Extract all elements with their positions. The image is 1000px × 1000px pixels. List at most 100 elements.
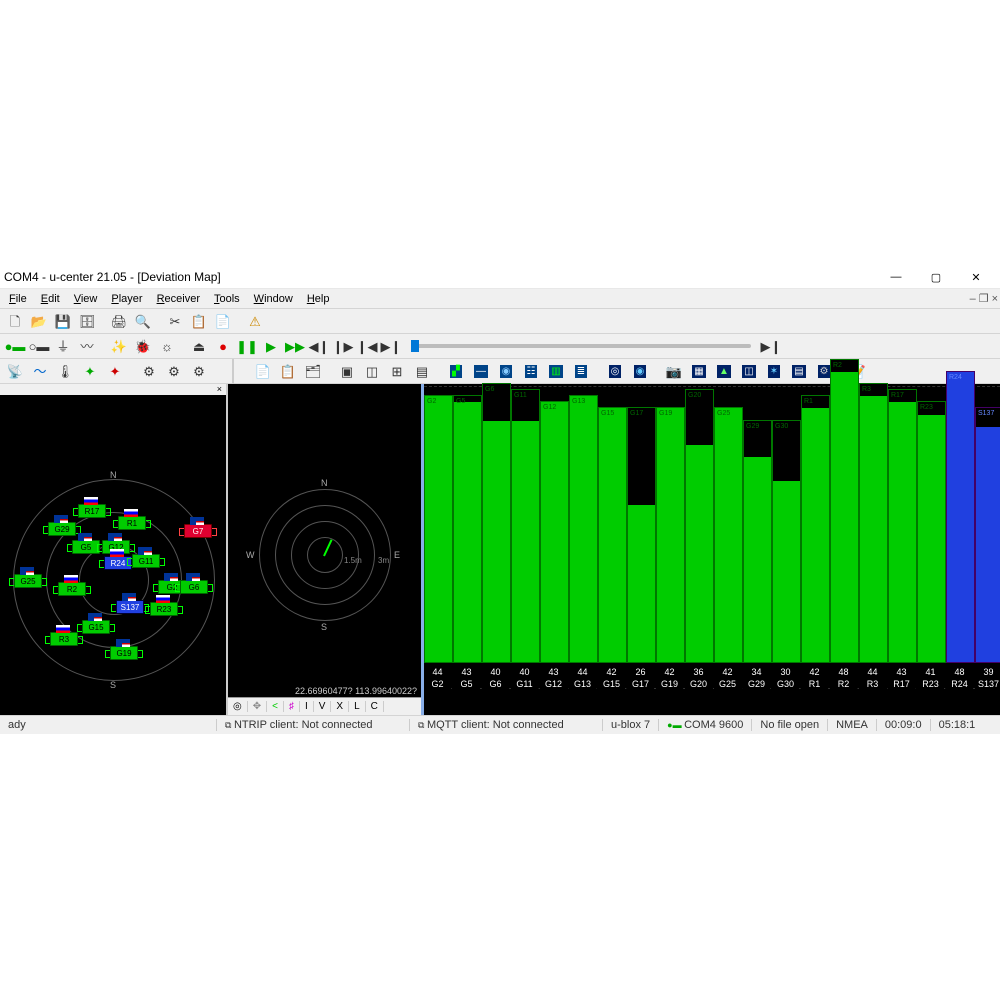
antenna-icon[interactable]: 📡: [3, 360, 27, 382]
bar-R1[interactable]: R142R1: [801, 331, 828, 689]
sat-R23[interactable]: R23: [150, 602, 178, 616]
saveas-icon[interactable]: 🗄: [75, 310, 99, 332]
sun-icon[interactable]: ☼: [155, 335, 179, 357]
disconnect-icon[interactable]: ○▬: [27, 335, 51, 357]
step-back-icon[interactable]: ◀❙: [307, 335, 331, 357]
bar-G12[interactable]: G1243G12: [540, 331, 567, 689]
bar-G2[interactable]: G244G2: [424, 331, 451, 689]
gear-icon[interactable]: ⚙: [137, 360, 161, 382]
copy-icon[interactable]: 📋: [187, 310, 211, 332]
doc-icon[interactable]: 📄: [251, 360, 275, 382]
mdi-minimize-icon[interactable]: –: [970, 293, 976, 305]
bar-G17[interactable]: G1726G17: [627, 331, 654, 689]
skip-back-icon[interactable]: ❙◀: [355, 335, 379, 357]
paste-icon[interactable]: 📄: [211, 310, 235, 332]
bar-G25[interactable]: G2542G25: [714, 331, 741, 689]
bar-S137[interactable]: S13739S137: [975, 331, 1000, 689]
play-icon[interactable]: ▶: [259, 335, 283, 357]
gear3-icon[interactable]: ⚙: [187, 360, 211, 382]
dev-btn-x[interactable]: X: [331, 701, 349, 712]
bar-R17[interactable]: R1743R17: [888, 331, 915, 689]
deviation-toolbar: ◎ ✥ < ♯ I V X L C: [228, 697, 421, 715]
eject-icon[interactable]: ⏏: [187, 335, 211, 357]
sat-G11[interactable]: G11: [132, 554, 160, 568]
sat-G5[interactable]: G5: [72, 540, 100, 554]
status-port: COM4 9600: [684, 719, 743, 731]
menu-help[interactable]: Help: [300, 292, 337, 306]
preview-icon[interactable]: 🔍: [131, 310, 155, 332]
sat-R1[interactable]: R1: [118, 516, 146, 530]
skyview-close-icon[interactable]: ×: [217, 384, 222, 394]
menu-edit[interactable]: Edit: [34, 292, 67, 306]
menu-file[interactable]: File: [2, 292, 34, 306]
dev-btn-c[interactable]: C: [366, 701, 384, 712]
dev-btn-v[interactable]: V: [314, 701, 332, 712]
layout2-icon[interactable]: ◫: [360, 360, 384, 382]
sat-red-icon[interactable]: ✦: [103, 360, 127, 382]
thermo-icon[interactable]: 🌡: [53, 360, 77, 382]
step-fwd-icon[interactable]: ❙▶: [331, 335, 355, 357]
print-icon[interactable]: 🖨: [107, 310, 131, 332]
cut-icon[interactable]: ✂: [163, 310, 187, 332]
bar-R3[interactable]: R344R3: [859, 331, 886, 689]
sat-S137[interactable]: S137: [116, 600, 144, 614]
menu-view[interactable]: View: [67, 292, 105, 306]
bar-G15[interactable]: G1542G15: [598, 331, 625, 689]
sat-green-icon[interactable]: ✦: [78, 360, 102, 382]
dev-btn-grid-icon[interactable]: ♯: [284, 701, 300, 712]
sat-G19[interactable]: G19: [110, 646, 138, 660]
sat-R2[interactable]: R2: [58, 582, 86, 596]
bar-R2[interactable]: R248R2: [830, 331, 857, 689]
sat-R3[interactable]: R3: [50, 632, 78, 646]
gear2-icon[interactable]: ⚙: [162, 360, 186, 382]
menu-window[interactable]: Window: [247, 292, 300, 306]
ff-icon[interactable]: ▶▶: [283, 335, 307, 357]
layout1-icon[interactable]: ▣: [335, 360, 359, 382]
dev-btn-l[interactable]: L: [349, 701, 366, 712]
sat-R17[interactable]: R17: [78, 504, 106, 518]
dev-btn-lt-icon[interactable]: <: [267, 701, 284, 712]
bar-G19[interactable]: G1942G19: [656, 331, 683, 689]
bar-G29[interactable]: G2934G29: [743, 331, 770, 689]
mdi-close-icon[interactable]: ×: [992, 293, 998, 305]
save-icon[interactable]: 💾: [51, 310, 75, 332]
wand-icon[interactable]: ✨: [107, 335, 131, 357]
dev-btn-i[interactable]: I: [300, 701, 314, 712]
bar-G5[interactable]: G543G5: [453, 331, 480, 689]
menu-receiver[interactable]: Receiver: [150, 292, 207, 306]
bar-G20[interactable]: G2036G20: [685, 331, 712, 689]
folder-icon[interactable]: 🗂: [301, 360, 325, 382]
bar-G11[interactable]: G1140G11: [511, 331, 538, 689]
wave-icon[interactable]: 〜: [28, 360, 52, 382]
layout3-icon[interactable]: ⊞: [385, 360, 409, 382]
pause-icon[interactable]: ❚❚: [235, 335, 259, 357]
open-icon[interactable]: 📂: [27, 310, 51, 332]
sat-G7[interactable]: G7: [184, 524, 212, 538]
sat-G6[interactable]: G6: [180, 580, 208, 594]
bar-R24[interactable]: R2448R24: [946, 331, 973, 689]
copy2-icon[interactable]: 📋: [276, 360, 300, 382]
close-button[interactable]: ✕: [956, 266, 996, 288]
menu-tools[interactable]: Tools: [207, 292, 247, 306]
maximize-button[interactable]: ▢: [916, 266, 956, 288]
connect-icon[interactable]: ●▬: [3, 335, 27, 357]
stop-build-icon[interactable]: ⚠: [243, 310, 267, 332]
minimize-button[interactable]: —: [876, 266, 916, 288]
sat-G15[interactable]: G15: [82, 620, 110, 634]
menu-player[interactable]: Player: [104, 292, 149, 306]
dev-btn-target-icon[interactable]: ◎: [228, 701, 248, 712]
bar-R23[interactable]: R2341R23: [917, 331, 944, 689]
dev-btn-move-icon[interactable]: ✥: [248, 701, 267, 712]
new-icon[interactable]: 🗋: [3, 310, 27, 332]
mdi-restore-icon[interactable]: ❐: [979, 292, 989, 305]
skip-fwd-icon[interactable]: ▶❙: [379, 335, 403, 357]
bug-icon[interactable]: 🐞: [131, 335, 155, 357]
signal-icon[interactable]: 〰: [75, 335, 99, 357]
bar-G30[interactable]: G3030G30: [772, 331, 799, 689]
pulse-icon[interactable]: ⏚: [51, 335, 75, 357]
sat-G25[interactable]: G25: [14, 574, 42, 588]
bar-G13[interactable]: G1344G13: [569, 331, 596, 689]
record-icon[interactable]: ●: [211, 335, 235, 357]
sat-G29[interactable]: G29: [48, 522, 76, 536]
bar-G6[interactable]: G640G6: [482, 331, 509, 689]
